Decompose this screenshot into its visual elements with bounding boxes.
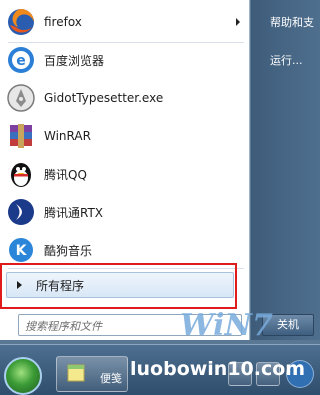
svg-text:K: K	[16, 243, 28, 259]
submenu-arrow-icon	[236, 18, 240, 26]
program-item-rtx[interactable]: 腾讯通RTX	[4, 194, 248, 230]
win7-logo: WiN7	[180, 308, 273, 343]
rtx-icon	[8, 199, 34, 225]
program-label: 酷狗音乐	[44, 243, 93, 258]
baidu-browser-icon: e	[8, 47, 34, 73]
run-link[interactable]: 运行...	[270, 52, 303, 68]
start-button[interactable]	[4, 357, 42, 395]
svg-text:e: e	[16, 53, 26, 69]
watermark-text: luobowin10.com	[130, 358, 306, 380]
sticky-notes-icon	[67, 364, 85, 382]
program-item-gidot[interactable]: GidotTypesetter.exe	[4, 80, 248, 116]
program-item-winrar[interactable]: WinRAR	[4, 118, 248, 154]
program-label: 百度浏览器	[44, 53, 105, 68]
program-item-baidu-browser[interactable]: e 百度浏览器	[4, 42, 248, 78]
help-and-support-link[interactable]: 帮助和支	[270, 14, 314, 30]
program-label: WinRAR	[44, 129, 91, 143]
program-label: GidotTypesetter.exe	[44, 91, 164, 105]
program-item-qq[interactable]: 腾讯QQ	[4, 156, 248, 192]
firefox-icon	[8, 9, 34, 35]
highlight-frame	[0, 263, 237, 309]
kugou-icon: K	[9, 238, 33, 262]
program-label: 腾讯QQ	[44, 167, 87, 182]
program-label: firefox	[44, 15, 82, 29]
right-panel	[251, 0, 320, 340]
winrar-icon	[10, 124, 32, 148]
program-item-firefox[interactable]: firefox	[4, 4, 248, 40]
gidot-icon	[7, 84, 35, 112]
taskbar-item-label: 便笺	[100, 372, 122, 385]
qq-penguin-icon	[11, 163, 31, 187]
program-label: 腾讯通RTX	[44, 205, 104, 220]
